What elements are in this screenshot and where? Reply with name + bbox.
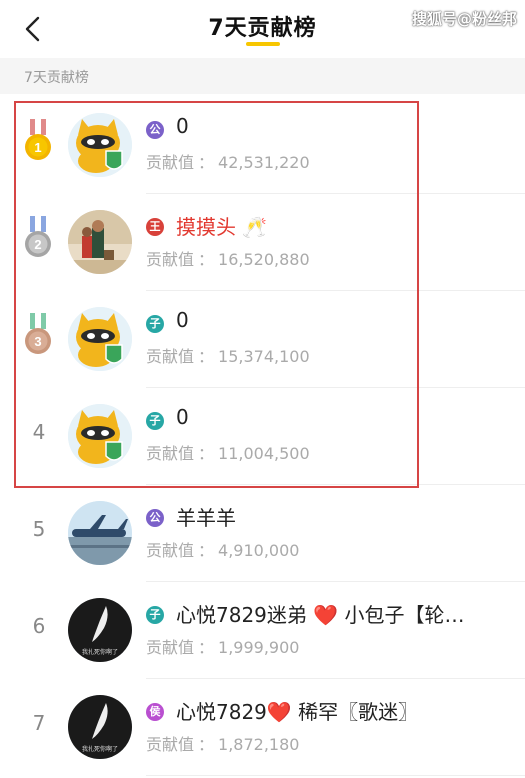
score-number: 16,520,880	[218, 250, 310, 269]
user-name: 心悦7829迷弟 ❤️ 小包子【轮…	[176, 599, 465, 628]
title-underline	[246, 42, 280, 46]
watermark: 搜狐号@粉丝邦	[411, 10, 517, 28]
silver-medal-icon: 2	[22, 216, 54, 262]
rank-number: 7	[32, 711, 46, 735]
score-label: 贡献值	[146, 153, 195, 172]
score-number: 4,910,000	[218, 541, 300, 560]
score-label: 贡献值	[146, 444, 195, 463]
contribution-value: 贡献值： 42,531,220	[146, 149, 310, 173]
bronze-medal-icon: 3	[22, 313, 54, 359]
leaderboard-row[interactable]: 5 公羊羊羊贡献值： 4,910,000	[0, 485, 525, 582]
score-label: 贡献值	[146, 250, 195, 269]
rank-number: 6	[32, 614, 46, 638]
fan-level-badge: 公	[146, 121, 164, 139]
score-number: 11,004,500	[218, 444, 310, 463]
avatar[interactable]	[68, 307, 132, 371]
score-separator: ：	[198, 153, 215, 172]
user-name-text: 心悦7829迷弟 ❤️ 小包子【轮…	[176, 603, 465, 627]
leaderboard-row[interactable]: 6 我扎死你啊了 子心悦7829迷弟 ❤️ 小包子【轮… 贡献值： 1,999,90…	[0, 582, 525, 679]
fan-level-badge: 公	[146, 509, 164, 527]
avatar[interactable]: 我扎死你啊了	[68, 695, 132, 759]
user-name: 0	[176, 405, 189, 429]
rank-number: 4	[32, 420, 46, 444]
gold-medal-icon: 1	[22, 119, 54, 165]
contribution-value: 贡献值： 11,004,500	[146, 440, 310, 464]
cheers-icon: 🥂	[242, 215, 268, 239]
fan-level-badge: 侯	[146, 703, 164, 721]
medal-rank-number: 3	[34, 334, 41, 349]
score-label: 贡献值	[146, 638, 195, 657]
leaderboard-row[interactable]: 3 子 0 贡献值： 15,374,100	[0, 291, 525, 388]
score-label: 贡献值	[146, 347, 195, 366]
user-name: 摸摸头 🥂	[176, 211, 267, 240]
fan-level-badge: 王	[146, 218, 164, 236]
leaderboard-row[interactable]: 4 子 0 贡献值： 11,004,500	[0, 388, 525, 485]
avatar-caption: 我扎死你啊了	[82, 648, 118, 656]
score-separator: ：	[198, 541, 215, 560]
user-name-text: 羊羊羊	[176, 506, 236, 530]
score-separator: ：	[198, 444, 215, 463]
contribution-value: 贡献值： 1,872,180	[146, 731, 299, 755]
avatar[interactable]	[68, 404, 132, 468]
user-name: 0	[176, 114, 189, 138]
rank-number: 5	[32, 517, 46, 541]
score-separator: ：	[198, 638, 215, 657]
score-separator: ：	[198, 735, 215, 754]
user-name-text: 0	[176, 114, 189, 138]
fan-level-badge: 子	[146, 606, 164, 624]
fan-level-badge: 子	[146, 315, 164, 333]
leaderboard-row[interactable]: 7 我扎死你啊了 侯心悦7829❤️ 稀罕〖歌迷〗贡献值： 1,872,180	[0, 679, 525, 776]
avatar[interactable]	[68, 210, 132, 274]
user-name-text: 0	[176, 308, 189, 332]
leaderboard-row[interactable]: 2 王摸摸头 🥂 贡献值： 16,520,880	[0, 194, 525, 291]
user-name: 羊羊羊	[176, 502, 236, 531]
score-number: 1,999,900	[218, 638, 300, 657]
user-name-text: 摸摸头	[176, 215, 236, 239]
score-label: 贡献值	[146, 541, 195, 560]
section-label: 7天贡献榜	[24, 70, 89, 86]
medal-rank-number: 2	[34, 237, 41, 252]
avatar-caption: 我扎死你啊了	[82, 745, 118, 753]
contribution-value: 贡献值： 15,374,100	[146, 343, 310, 367]
fan-level-badge: 子	[146, 412, 164, 430]
contribution-value: 贡献值： 4,910,000	[146, 537, 299, 561]
user-name-text: 0	[176, 405, 189, 429]
section-header: 7天贡献榜	[0, 58, 525, 94]
avatar[interactable]	[68, 113, 132, 177]
contribution-value: 贡献值： 16,520,880	[146, 246, 310, 270]
score-number: 1,872,180	[218, 735, 300, 754]
user-name: 0	[176, 308, 189, 332]
medal-rank-number: 1	[34, 140, 41, 155]
avatar[interactable]: 我扎死你啊了	[68, 598, 132, 662]
score-separator: ：	[198, 347, 215, 366]
avatar[interactable]	[68, 501, 132, 565]
user-name: 心悦7829❤️ 稀罕〖歌迷〗	[176, 696, 418, 725]
score-separator: ：	[198, 250, 215, 269]
header-bar: 7天贡献榜 搜狐号@粉丝邦	[0, 0, 525, 58]
score-number: 15,374,100	[218, 347, 310, 366]
contribution-value: 贡献值： 1,999,900	[146, 634, 299, 658]
leaderboard-row[interactable]: 1 公 0 贡献值： 42,531,220	[0, 97, 525, 194]
user-name-text: 心悦7829❤️ 稀罕〖歌迷〗	[176, 700, 419, 724]
row-divider	[146, 775, 525, 776]
score-label: 贡献值	[146, 735, 195, 754]
score-number: 42,531,220	[218, 153, 310, 172]
